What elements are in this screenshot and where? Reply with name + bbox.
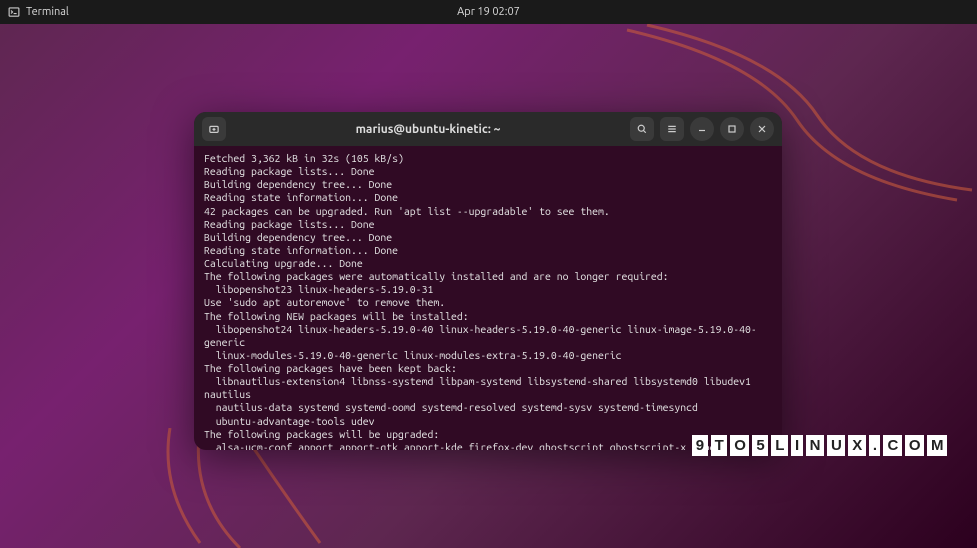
hamburger-menu-button[interactable] <box>660 117 684 141</box>
terminal-line: Building dependency tree... Done <box>204 231 772 244</box>
watermark-char: U <box>827 435 845 456</box>
watermark-char: . <box>869 435 881 456</box>
terminal-line: Fetched 3,362 kB in 32s (105 kB/s) <box>204 152 772 165</box>
terminal-line: alsa-ucm-conf apport apport-gtk apport-k… <box>204 441 772 450</box>
new-tab-button[interactable] <box>202 117 226 141</box>
gnome-topbar: Terminal Apr 19 02:07 <box>0 0 977 24</box>
terminal-line: libopenshot23 linux-headers-5.19.0-31 <box>204 283 772 296</box>
terminal-line: 42 packages can be upgraded. Run 'apt li… <box>204 205 772 218</box>
activities-app-indicator[interactable]: Terminal <box>8 6 69 18</box>
terminal-line: The following packages will be upgraded: <box>204 428 772 441</box>
watermark-char: 9 <box>692 435 708 456</box>
terminal-icon <box>8 6 20 18</box>
terminal-line: linux-modules-5.19.0-40-generic linux-mo… <box>204 349 772 362</box>
terminal-line: Reading package lists... Done <box>204 218 772 231</box>
watermark-char: O <box>905 435 924 456</box>
terminal-line: The following packages have been kept ba… <box>204 362 772 375</box>
window-titlebar[interactable]: marius@ubuntu-kinetic: ~ <box>194 112 782 146</box>
terminal-line: Calculating upgrade... Done <box>204 257 772 270</box>
terminal-line: Reading state information... Done <box>204 244 772 257</box>
terminal-output[interactable]: Fetched 3,362 kB in 32s (105 kB/s)Readin… <box>194 146 782 450</box>
terminal-window: marius@ubuntu-kinetic: ~ Fetched 3,362 k… <box>194 112 782 450</box>
terminal-line: Reading state information... Done <box>204 191 772 204</box>
search-button[interactable] <box>630 117 654 141</box>
terminal-line: libnautilus-extension4 libnss-systemd li… <box>204 375 772 401</box>
watermark-char: C <box>883 435 901 456</box>
terminal-line: Building dependency tree... Done <box>204 178 772 191</box>
watermark-char: M <box>927 435 947 456</box>
topbar-app-name: Terminal <box>26 6 69 18</box>
maximize-button[interactable] <box>720 117 744 141</box>
watermark-char: L <box>771 435 788 456</box>
watermark-char: N <box>806 435 824 456</box>
close-button[interactable] <box>750 117 774 141</box>
terminal-line: nautilus-data systemd systemd-oomd syste… <box>204 401 772 414</box>
window-title: marius@ubuntu-kinetic: ~ <box>232 123 624 136</box>
terminal-line: Reading package lists... Done <box>204 165 772 178</box>
terminal-line: The following packages were automaticall… <box>204 270 772 283</box>
terminal-line: ubuntu-advantage-tools udev <box>204 415 772 428</box>
watermark-char: I <box>791 435 803 456</box>
terminal-line: The following NEW packages will be insta… <box>204 310 772 323</box>
watermark-char: X <box>848 435 866 456</box>
watermark-char: T <box>711 435 728 456</box>
topbar-clock[interactable]: Apr 19 02:07 <box>457 6 520 18</box>
terminal-line: libopenshot24 linux-headers-5.19.0-40 li… <box>204 323 772 349</box>
minimize-button[interactable] <box>690 117 714 141</box>
watermark-char: O <box>730 435 749 456</box>
watermark-char: 5 <box>752 435 768 456</box>
terminal-line: Use 'sudo apt autoremove' to remove them… <box>204 296 772 309</box>
watermark-9to5linux: 9TO5LINUX.COM <box>692 435 947 456</box>
